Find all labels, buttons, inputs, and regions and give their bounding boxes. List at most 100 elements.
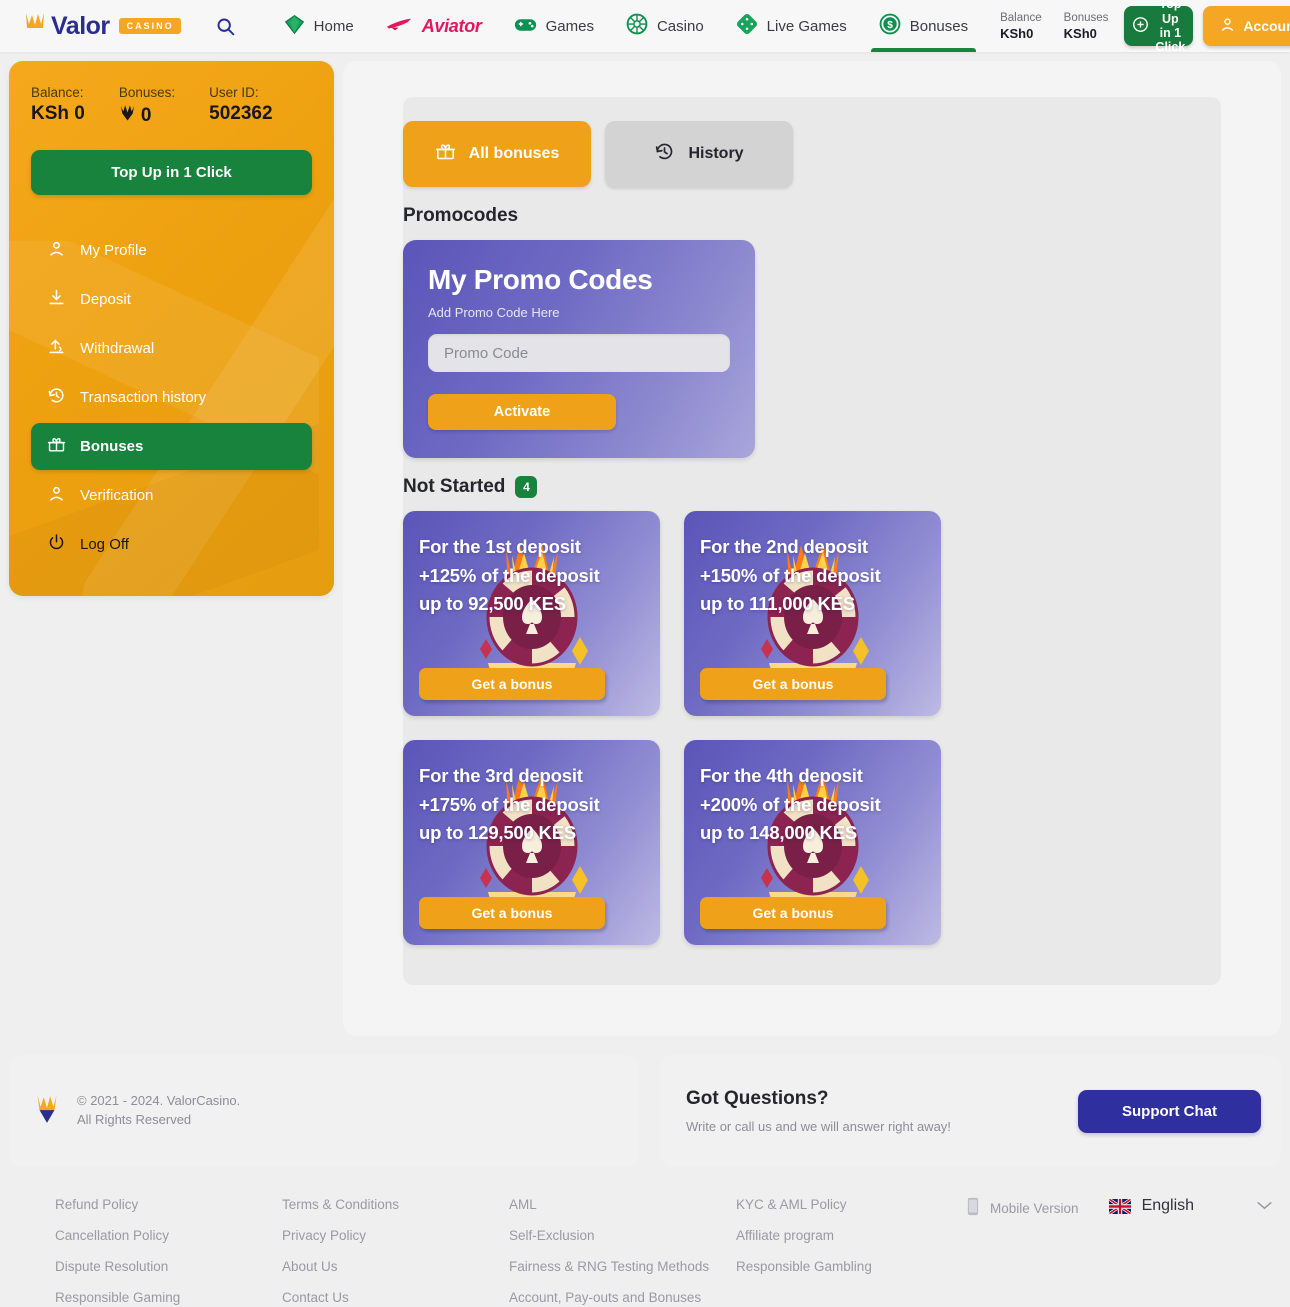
- get-bonus-button[interactable]: Get a bonus: [419, 668, 605, 700]
- tab-history[interactable]: History: [605, 121, 793, 187]
- promocodes-title: Promocodes: [403, 205, 519, 226]
- logo-badge: CASINO: [118, 18, 181, 34]
- get-bonus-button[interactable]: Get a bonus: [419, 897, 605, 929]
- bonus-card[interactable]: For the 2nd deposit +150% of the deposit…: [684, 511, 941, 716]
- mobile-version-toggle[interactable]: Mobile Version: [967, 1197, 1079, 1219]
- footer-link[interactable]: KYC & AML Policy: [736, 1197, 963, 1212]
- bonus-line-1: For the 3rd deposit: [419, 765, 583, 786]
- sidebar-item-label: Withdrawal: [80, 340, 155, 357]
- nav-label: Games: [545, 17, 594, 35]
- nav-item-live-games[interactable]: Live Games: [720, 0, 863, 52]
- promo-code-input[interactable]: [428, 334, 730, 372]
- chevron-down-icon: [1257, 1197, 1272, 1215]
- tab-label: All bonuses: [468, 145, 560, 162]
- sidebar-item-log-off[interactable]: Log Off: [31, 521, 312, 568]
- sidebar-stats: Balance: KSh 0 Bonuses: 0 User ID: 50236…: [31, 85, 312, 128]
- bonus-card[interactable]: For the 3rd deposit +175% of the deposit…: [403, 740, 660, 945]
- sidebar-item-withdrawal[interactable]: Withdrawal: [31, 325, 312, 372]
- topup-label: Top Up in 1 Click: [1155, 0, 1186, 55]
- sidebar-stat-label: User ID:: [209, 85, 259, 100]
- sidebar-item-label: My Profile: [80, 242, 147, 259]
- promo-code-card: My Promo Codes Add Promo Code Here Activ…: [403, 240, 755, 458]
- footer-link[interactable]: Privacy Policy: [282, 1228, 509, 1243]
- language-label: English: [1141, 1197, 1195, 1214]
- not-started-count-badge: 4: [515, 476, 538, 498]
- sidebar-topup-button[interactable]: Top Up in 1 Click: [31, 150, 312, 195]
- nav-label: Aviator: [421, 15, 482, 36]
- uk-flag-icon: [1108, 1198, 1131, 1214]
- nav-balance-stats: Balance KSh0 Bonuses KSh0: [1000, 12, 1108, 41]
- support-chat-button[interactable]: Support Chat: [1078, 1089, 1261, 1133]
- footer-link[interactable]: About Us: [282, 1259, 509, 1274]
- footer-link[interactable]: Terms & Conditions: [282, 1197, 509, 1212]
- account-button[interactable]: Account: [1203, 6, 1290, 46]
- top-navigation-bar: Valor CASINO Home Aviator Games Casino L…: [0, 0, 1290, 54]
- bonus-line-2: +150% of the deposit: [700, 564, 881, 586]
- nav-label: Live Games: [766, 17, 847, 35]
- bonus-card[interactable]: For the 1st deposit +125% of the deposit…: [403, 511, 660, 716]
- promo-subtitle: Add Promo Code Here: [428, 305, 560, 320]
- nav-label: Home: [313, 17, 354, 35]
- footer-link[interactable]: Contact Us: [282, 1290, 509, 1305]
- mobile-phone-icon: [967, 1197, 979, 1219]
- bonus-card-text: For the 1st deposit +125% of the deposit…: [419, 533, 644, 619]
- nav-stat-label: Balance: [1000, 11, 1042, 24]
- nav-stat-value: KSh0: [1000, 25, 1034, 41]
- plane-icon: [386, 16, 413, 36]
- user-icon: [1219, 16, 1236, 36]
- upload-arrow-icon: [47, 337, 66, 360]
- footer-link[interactable]: Account, Pay-outs and Bonuses: [509, 1290, 736, 1305]
- dice-icon: [736, 13, 758, 39]
- sidebar-stat-value-wrap: 0: [119, 103, 175, 128]
- footer-boxes: © 2021 - 2024. ValorCasino. All Rights R…: [9, 1055, 1281, 1167]
- footer-right-controls: Mobile Version English: [963, 1197, 1272, 1305]
- nav-item-casino[interactable]: Casino: [610, 0, 720, 52]
- bonus-line-2: +125% of the deposit: [419, 564, 600, 586]
- footer-link[interactable]: Cancellation Policy: [55, 1228, 282, 1243]
- sidebar-item-label: Verification: [80, 487, 154, 504]
- get-bonus-button[interactable]: Get a bonus: [700, 897, 886, 929]
- crown-icon: [33, 1092, 61, 1131]
- topup-button-nav[interactable]: Top Up in 1 Click: [1124, 0, 1194, 54]
- site-logo[interactable]: Valor CASINO: [0, 11, 181, 41]
- sidebar-item-transaction-history[interactable]: Transaction history: [31, 374, 312, 421]
- copyright-line-1: © 2021 - 2024. ValorCasino.: [77, 1093, 241, 1109]
- footer-link[interactable]: Dispute Resolution: [55, 1259, 282, 1274]
- copyright-text: © 2021 - 2024. ValorCasino. All Rights R…: [77, 1092, 240, 1130]
- get-bonus-button[interactable]: Get a bonus: [700, 668, 886, 700]
- account-sidebar: Balance: KSh 0 Bonuses: 0 User ID: 50236…: [9, 61, 334, 596]
- sidebar-stat-bonuses: Bonuses: 0: [119, 85, 175, 128]
- footer-link[interactable]: Fairness & RNG Testing Methods: [509, 1259, 736, 1274]
- sidebar-stat-balance: Balance: KSh 0: [31, 85, 85, 128]
- sidebar-stat-value: KSh 0: [31, 103, 85, 124]
- footer-link[interactable]: Self-Exclusion: [509, 1228, 736, 1243]
- footer-column: KYC & AML Policy Affiliate program Respo…: [736, 1197, 963, 1305]
- sidebar-stat-label: Balance:: [31, 85, 84, 100]
- activate-button[interactable]: Activate: [428, 394, 616, 430]
- power-icon: [47, 533, 66, 556]
- bonus-card-text: For the 3rd deposit +175% of the deposit…: [419, 762, 644, 848]
- nav-item-aviator[interactable]: Aviator: [370, 0, 498, 52]
- footer-link[interactable]: Responsible Gambling: [736, 1259, 963, 1274]
- tab-label: History: [688, 145, 744, 162]
- footer-link[interactable]: Responsible Gaming: [55, 1290, 282, 1305]
- sidebar-item-verification[interactable]: Verification: [31, 472, 312, 519]
- support-box: Got Questions? Write or call us and we w…: [660, 1055, 1281, 1167]
- language-selector[interactable]: English: [1108, 1197, 1272, 1215]
- search-icon[interactable]: [215, 9, 236, 43]
- nav-item-home[interactable]: Home: [268, 0, 370, 52]
- bonus-card[interactable]: For the 4th deposit +200% of the deposit…: [684, 740, 941, 945]
- nav-item-games[interactable]: Games: [498, 0, 610, 52]
- sidebar-item-label: Deposit: [80, 291, 131, 308]
- support-text: Got Questions? Write or call us and we w…: [686, 1088, 951, 1134]
- nav-label: Bonuses: [909, 17, 969, 35]
- footer-link[interactable]: AML: [509, 1197, 736, 1212]
- footer-link[interactable]: Affiliate program: [736, 1228, 963, 1243]
- nav-item-bonuses[interactable]: $ Bonuses: [863, 0, 984, 52]
- tab-all-bonuses[interactable]: All bonuses: [403, 121, 591, 187]
- mobile-version-label: Mobile Version: [990, 1200, 1079, 1216]
- sidebar-item-bonuses[interactable]: Bonuses: [31, 423, 312, 470]
- footer-link[interactable]: Refund Policy: [55, 1197, 282, 1212]
- sidebar-item-deposit[interactable]: Deposit: [31, 276, 312, 323]
- sidebar-item-my-profile[interactable]: My Profile: [31, 227, 312, 274]
